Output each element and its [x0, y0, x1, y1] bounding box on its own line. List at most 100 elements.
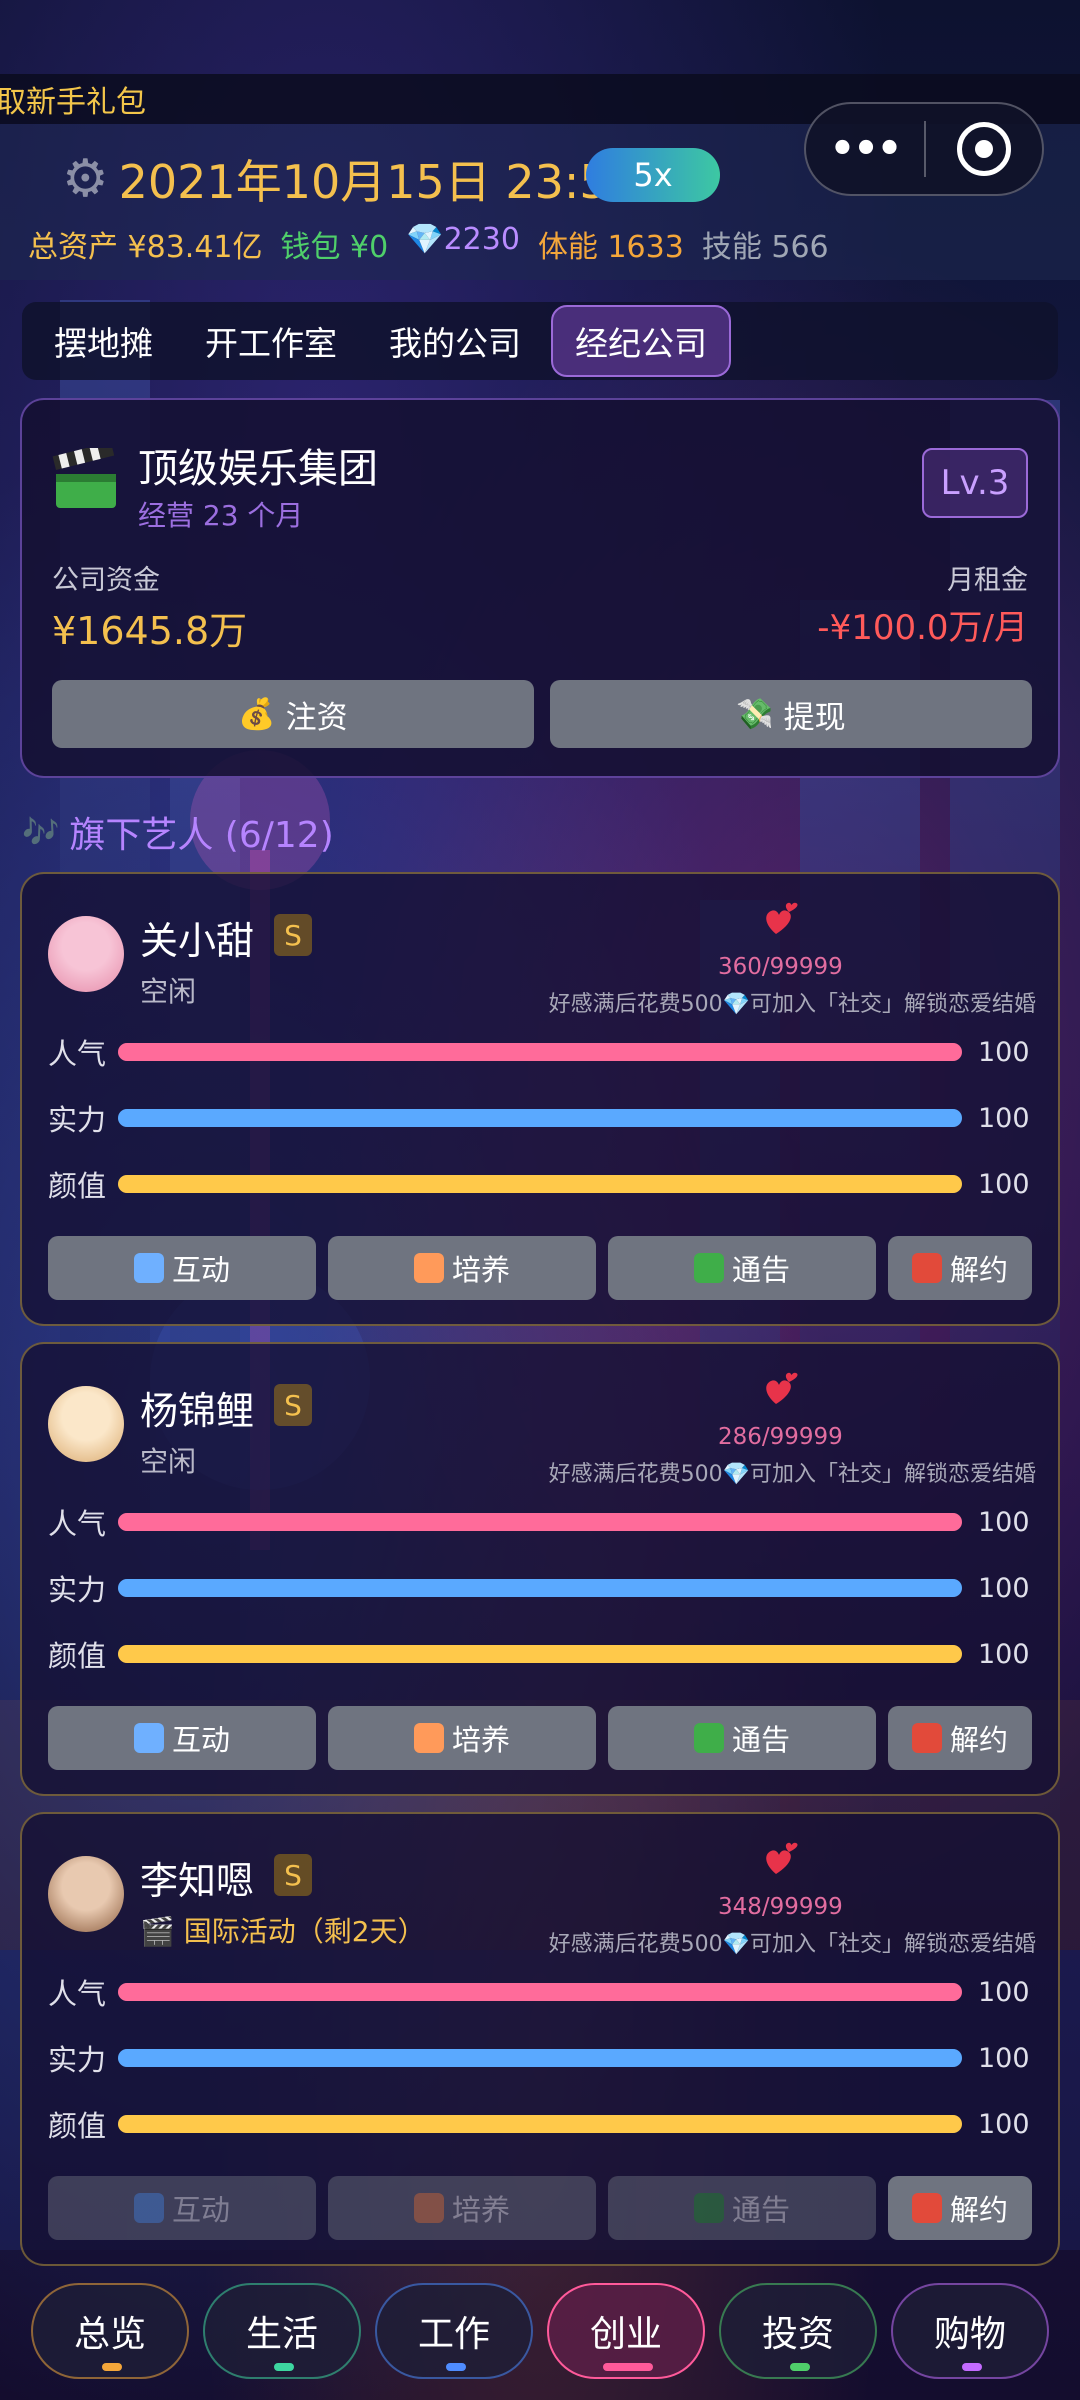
- stat-bar-fill: [118, 2049, 962, 2067]
- nav-indicator: [962, 2363, 982, 2371]
- train-button[interactable]: 培养: [328, 1706, 596, 1770]
- affection-value: 348/99999: [718, 1894, 843, 1920]
- announcement-button[interactable]: 通告: [608, 1236, 876, 1300]
- terminate-button[interactable]: 解约: [888, 2176, 1032, 2240]
- stat-value: 100: [978, 2108, 1030, 2140]
- nav-overview[interactable]: 总览: [31, 2283, 189, 2379]
- nav-label: 总览: [73, 2314, 146, 2355]
- stat-label: 实力: [48, 1573, 107, 1607]
- stat-item: 总资产 ¥83.41亿: [28, 230, 263, 265]
- company-card: 顶级娱乐集团 经营 23 个月 Lv.3 公司资金 ¥1645.8万 月租金 -…: [20, 398, 1060, 778]
- stat-item: 体能 1633: [537, 230, 684, 265]
- more-dots-icon[interactable]: •••: [806, 126, 924, 172]
- stat-bar-fill: [118, 1579, 962, 1597]
- stat-bar: [118, 2049, 962, 2067]
- invest-button[interactable]: 💰 注资: [52, 680, 534, 748]
- grade-badge: S: [274, 1854, 312, 1896]
- speed-button[interactable]: 5x: [586, 148, 720, 202]
- artist-status: 空闲: [140, 975, 197, 1008]
- stat-bar-fill: [118, 1513, 962, 1531]
- nav-indicator: [790, 2363, 810, 2371]
- train-button-label: 培养: [451, 1723, 510, 1757]
- nav-label: 投资: [761, 2314, 834, 2355]
- stat-value: 100: [978, 1572, 1030, 1604]
- stat-label: 人气: [48, 1037, 107, 1071]
- nav-work[interactable]: 工作: [375, 2283, 533, 2379]
- nav-startup[interactable]: 创业: [547, 2283, 705, 2379]
- artist-name: 杨锦鲤: [140, 1389, 255, 1433]
- artist-name: 关小甜: [140, 919, 255, 963]
- stat-bar-fill: [118, 1645, 962, 1663]
- announcement-button-label: 通告: [731, 1723, 790, 1757]
- miniprogram-capsule: •••: [804, 102, 1044, 196]
- tab-street-stall[interactable]: 摆地摊: [32, 307, 175, 375]
- books-icon: [413, 2193, 444, 2223]
- stat-bar-fill: [118, 1983, 962, 2001]
- company-fund-value: ¥1645.8万: [52, 609, 248, 653]
- avatar[interactable]: [48, 1856, 124, 1932]
- announcement-button[interactable]: 通告: [608, 1706, 876, 1770]
- interact-button[interactable]: 互动: [48, 1236, 316, 1300]
- train-button[interactable]: 培养: [328, 1236, 596, 1300]
- nav-life[interactable]: 生活: [203, 2283, 361, 2379]
- grade-badge: S: [274, 1384, 312, 1426]
- door-icon: [911, 1253, 942, 1283]
- stat-bar: [118, 2115, 962, 2133]
- tab-open-studio[interactable]: 开工作室: [183, 307, 359, 375]
- stat-bar: [118, 1109, 962, 1127]
- nav-shopping[interactable]: 购物: [891, 2283, 1049, 2379]
- tab-my-company[interactable]: 我的公司: [367, 307, 543, 375]
- stat-bar: [118, 1983, 962, 2001]
- stat-value: 100: [978, 2042, 1030, 2074]
- terminate-button[interactable]: 解约: [888, 1706, 1032, 1770]
- money-bag-icon: 💰: [238, 696, 276, 732]
- terminate-button-label: 解约: [949, 1723, 1008, 1757]
- train-button-label: 培养: [451, 2193, 510, 2227]
- stat-value: 100: [978, 1168, 1030, 1200]
- stat-bar: [118, 1579, 962, 1597]
- nav-indicator: [446, 2363, 466, 2371]
- stat-bar: [118, 1513, 962, 1531]
- stat-bar-fill: [118, 1043, 962, 1061]
- invest-button-label: 注资: [285, 699, 348, 736]
- withdraw-button[interactable]: 💸 提现: [550, 680, 1032, 748]
- tab-agency[interactable]: 经纪公司: [551, 305, 731, 377]
- interact-button: 互动: [48, 2176, 316, 2240]
- clapper-icon: [693, 2193, 724, 2223]
- announcement-button-label: 通告: [731, 2193, 790, 2227]
- affection-tip: 好感满后花费500💎可加入「社交」解锁恋爱结婚: [548, 1932, 1036, 1957]
- artist-status: 🎬 国际活动（剩2天）: [140, 1915, 426, 1948]
- stat-label: 颜值: [48, 2109, 107, 2143]
- clapper-icon: [52, 448, 116, 508]
- door-icon: [911, 2193, 942, 2223]
- nav-invest[interactable]: 投资: [719, 2283, 877, 2379]
- terminate-button[interactable]: 解约: [888, 1236, 1032, 1300]
- game-date-time: 2021年10月15日 23:53: [118, 155, 638, 209]
- stat-bar-row: 实力 100: [48, 1098, 1038, 1138]
- bottom-nav: 总览 生活 工作 创业 投资 购物: [0, 2262, 1080, 2400]
- company-months: 经营 23 个月: [138, 499, 304, 532]
- announcement-button: 通告: [608, 2176, 876, 2240]
- interact-button-label: 互动: [171, 1723, 230, 1757]
- stat-value: 100: [978, 1036, 1030, 1068]
- monthly-rent-label: 月租金: [947, 565, 1028, 596]
- stat-bar-fill: [118, 1175, 962, 1193]
- gear-icon[interactable]: ⚙: [62, 153, 109, 205]
- stat-bar: [118, 1645, 962, 1663]
- nav-label: 购物: [933, 2314, 1006, 2355]
- nav-indicator: [603, 2363, 653, 2371]
- close-target-icon[interactable]: [926, 122, 1042, 176]
- stat-item: 钱包 ¥0: [280, 230, 389, 265]
- affection-tip: 好感满后花费500💎可加入「社交」解锁恋爱结婚: [548, 992, 1036, 1017]
- artist-name: 李知嗯: [140, 1859, 255, 1903]
- interact-button[interactable]: 互动: [48, 1706, 316, 1770]
- gift-banner-text: 取新手礼包: [0, 85, 146, 120]
- stat-bar-row: 实力 100: [48, 2038, 1038, 2078]
- avatar[interactable]: [48, 1386, 124, 1462]
- stat-bar-row: 颜值 100: [48, 1164, 1038, 1204]
- avatar[interactable]: [48, 916, 124, 992]
- affection-value: 360/99999: [718, 954, 843, 980]
- train-button: 培养: [328, 2176, 596, 2240]
- speech-bubble-icon: [133, 1253, 164, 1283]
- stat-bar-row: 颜值 100: [48, 1634, 1038, 1674]
